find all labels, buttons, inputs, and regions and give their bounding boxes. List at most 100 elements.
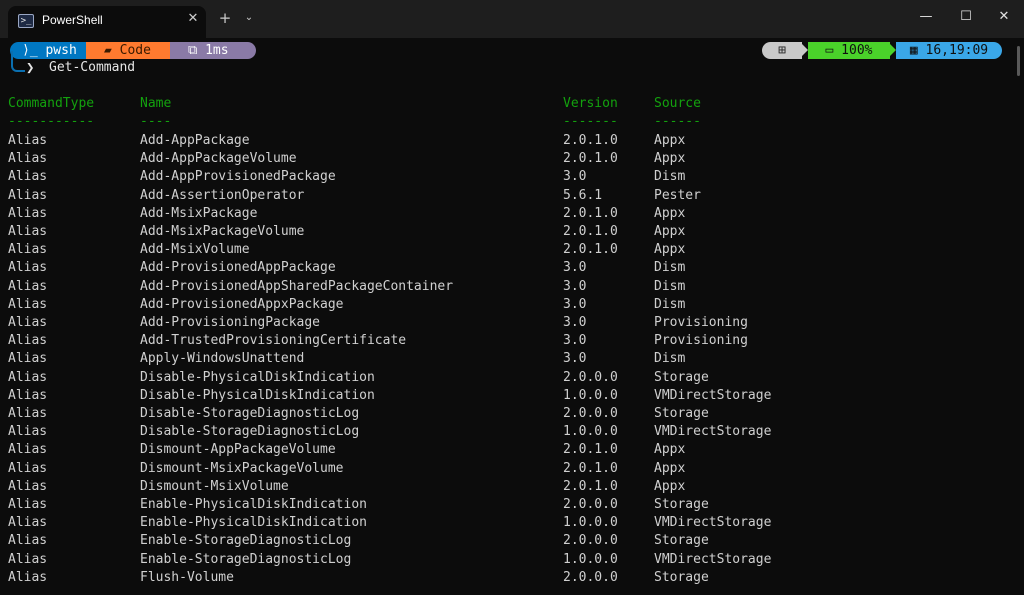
segment-separator [888, 42, 896, 58]
cell-source: Appx [654, 460, 686, 476]
cell-version: 3.0 [563, 260, 587, 276]
separator-version: ------- [563, 114, 618, 129]
cell-source: Appx [654, 133, 686, 148]
cell-source: Storage [654, 569, 709, 585]
cell-source: Dism [654, 351, 686, 367]
cell-version: 2.0.1.0 [563, 460, 618, 476]
cell-commandtype: Alias [8, 515, 48, 531]
tab-dropdown-button[interactable]: ⌄ [240, 7, 258, 29]
cell-source: Appx [654, 151, 686, 167]
title-bar: >_ PowerShell ✕ + ⌄ — ☐ ✕ [0, 0, 1024, 38]
cell-commandtype: Alias [8, 478, 48, 494]
tab-powershell[interactable]: >_ PowerShell ✕ [8, 6, 206, 38]
cell-name: Add-ProvisioningPackage [140, 315, 321, 330]
cell-commandtype: Alias [8, 205, 48, 221]
cell-commandtype: Alias [8, 278, 48, 294]
tab-title: PowerShell [42, 13, 103, 27]
cell-source: Appx [654, 242, 686, 258]
cell-name: Disable-PhysicalDiskIndication [140, 387, 375, 403]
cell-version: 1.0.0.0 [563, 387, 618, 403]
cell-name: Add-AssertionOperator [140, 187, 305, 203]
cell-commandtype: Alias [8, 296, 48, 312]
cell-commandtype: Alias [8, 315, 48, 330]
separator-commandtype: ----------- [8, 114, 95, 129]
header-commandtype: CommandType [8, 96, 95, 111]
cell-commandtype: Alias [8, 169, 48, 185]
separator-source: ------ [654, 114, 701, 129]
cell-name: Apply-WindowsUnattend [140, 351, 305, 367]
cell-source: VMDirectStorage [654, 551, 772, 567]
cell-name: Add-MsixPackage [140, 205, 258, 221]
cell-source: Appx [654, 205, 686, 221]
header-name: Name [140, 96, 172, 111]
cell-name: Add-MsixPackageVolume [140, 224, 305, 239]
cell-version: 3.0 [563, 333, 587, 349]
scrollbar-thumb[interactable] [1017, 46, 1020, 76]
cell-name: Add-ProvisionedAppxPackage [140, 296, 344, 312]
cell-version: 1.0.0.0 [563, 424, 618, 440]
cell-source: Provisioning [654, 315, 748, 330]
cell-name: Add-TrustedProvisioningCertificate [140, 333, 407, 349]
cell-source: Appx [654, 442, 686, 458]
close-tab-icon[interactable]: ✕ [184, 10, 202, 28]
cell-version: 2.0.1.0 [563, 151, 618, 167]
close-window-button[interactable]: ✕ [984, 0, 1024, 34]
windows-icon: ⊞ [762, 42, 802, 59]
cell-name: Dismount-MsixVolume [140, 478, 289, 494]
cell-version: 3.0 [563, 296, 587, 312]
table-separator: ----------- ---- ------- ------ [8, 114, 701, 132]
prompt-duration-segment: ⧉ 1ms [170, 42, 256, 59]
cell-name: Enable-StorageDiagnosticLog [140, 551, 352, 567]
maximize-button[interactable]: ☐ [946, 0, 986, 34]
cell-source: Storage [654, 533, 709, 549]
terminal-pane[interactable]: ⟩_ pwsh ▰ Code ⧉ 1ms ⊞ ▭ 100% ▦ 16,19:09… [0, 38, 1024, 595]
header-source: Source [654, 96, 701, 111]
command-text: Get-Command [49, 60, 136, 75]
cell-name: Add-MsixVolume [140, 242, 250, 258]
cell-name: Enable-PhysicalDiskIndication [140, 497, 367, 512]
cell-source: Dism [654, 260, 686, 276]
cell-source: Pester [654, 187, 701, 203]
cell-commandtype: Alias [8, 224, 48, 239]
cell-source: Storage [654, 497, 709, 512]
cell-commandtype: Alias [8, 497, 48, 512]
cell-name: Add-ProvisionedAppPackage [140, 260, 336, 276]
cell-version: 1.0.0.0 [563, 551, 618, 567]
cell-commandtype: Alias [8, 133, 48, 148]
cell-version: 1.0.0.0 [563, 515, 618, 531]
cell-version: 3.0 [563, 351, 587, 367]
cell-commandtype: Alias [8, 351, 48, 367]
cell-version: 2.0.0.0 [563, 497, 618, 512]
cell-commandtype: Alias [8, 333, 48, 349]
battery-segment: ▭ 100% [808, 42, 890, 59]
cell-source: Storage [654, 406, 709, 421]
minimize-button[interactable]: — [906, 0, 946, 34]
cell-source: Provisioning [654, 333, 748, 349]
cell-source: Appx [654, 224, 686, 239]
cell-version: 5.6.1 [563, 187, 603, 203]
cell-version: 2.0.0.0 [563, 569, 618, 585]
cell-commandtype: Alias [8, 569, 48, 585]
segment-separator [800, 42, 808, 58]
cell-version: 2.0.1.0 [563, 224, 618, 239]
cell-commandtype: Alias [8, 151, 48, 167]
cell-version: 2.0.1.0 [563, 205, 618, 221]
cell-version: 2.0.1.0 [563, 478, 618, 494]
cell-name: Dismount-AppPackageVolume [140, 442, 336, 458]
cell-name: Disable-PhysicalDiskIndication [140, 369, 375, 385]
cell-commandtype: Alias [8, 260, 48, 276]
cell-name: Disable-StorageDiagnosticLog [140, 424, 360, 440]
new-tab-button[interactable]: + [214, 7, 236, 29]
cell-name: Add-AppPackageVolume [140, 151, 297, 167]
cell-source: Appx [654, 478, 686, 494]
cell-commandtype: Alias [8, 387, 48, 403]
header-version: Version [563, 96, 618, 111]
cell-commandtype: Alias [8, 460, 48, 476]
cell-name: Add-AppPackage [140, 133, 250, 148]
cell-source: VMDirectStorage [654, 424, 772, 440]
separator-name: ---- [140, 114, 172, 129]
cell-name: Add-AppProvisionedPackage [140, 169, 336, 185]
prompt-chevron-icon: ❯ [26, 60, 35, 76]
powershell-icon: >_ [18, 14, 34, 28]
cell-commandtype: Alias [8, 551, 48, 567]
